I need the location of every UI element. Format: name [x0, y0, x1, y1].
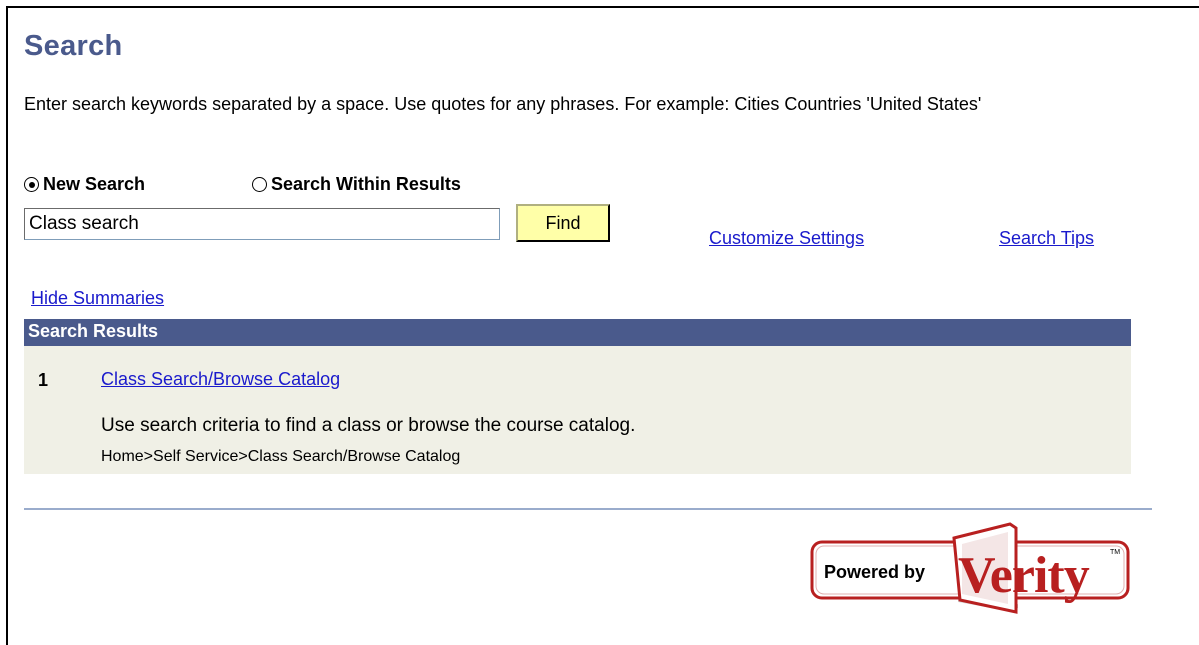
- new-search-radio[interactable]: New Search: [24, 174, 145, 195]
- search-within-results-label: Search Within Results: [271, 174, 461, 194]
- search-results-header: Search Results: [24, 319, 1131, 346]
- find-button[interactable]: Find: [516, 204, 610, 242]
- radio-unselected-icon[interactable]: [252, 177, 267, 192]
- verity-logo-graphic: Powered by Verity TM: [810, 522, 1130, 614]
- page-title: Search: [24, 30, 123, 62]
- result-number: 1: [38, 370, 49, 390]
- search-tips-link[interactable]: Search Tips: [999, 228, 1094, 249]
- search-instructions: Enter search keywords separated by a spa…: [24, 94, 982, 114]
- footer-divider: [24, 508, 1152, 510]
- new-search-label: New Search: [43, 174, 146, 194]
- search-input[interactable]: [24, 208, 500, 240]
- result-title-link[interactable]: Class Search/Browse Catalog: [101, 369, 340, 390]
- logo-prefix-text: Powered by: [824, 562, 925, 582]
- powered-by-verity-logo: Powered by Verity TM: [808, 520, 1138, 625]
- search-within-results-radio[interactable]: Search Within Results: [252, 174, 461, 195]
- result-summary: Use search criteria to find a class or b…: [101, 415, 636, 436]
- window-frame-left: [6, 6, 8, 645]
- logo-trademark-text: TM: [1110, 549, 1120, 556]
- logo-brand-text: Verity: [958, 547, 1090, 604]
- customize-settings-link[interactable]: Customize Settings: [709, 228, 864, 249]
- radio-selected-icon[interactable]: [24, 177, 39, 192]
- window-frame-top: [6, 6, 1199, 8]
- result-breadcrumb-path: Home>Self Service>Class Search/Browse Ca…: [101, 448, 461, 465]
- hide-summaries-link[interactable]: Hide Summaries: [31, 288, 164, 309]
